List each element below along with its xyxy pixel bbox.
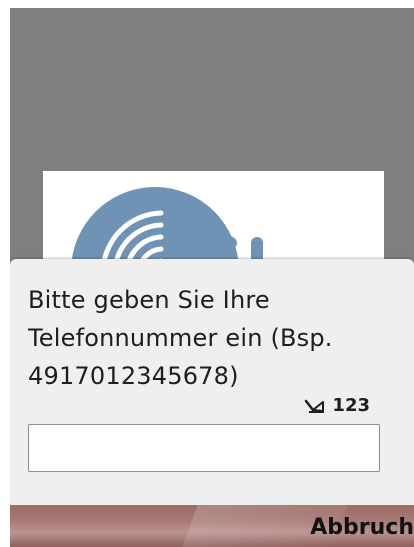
phone-screen: Bitte geben Sie Ihre Telefonnummer ein (…	[10, 8, 414, 547]
pen-icon	[305, 399, 325, 413]
phone-number-input[interactable]	[28, 424, 380, 472]
dialog-prompt: Bitte geben Sie Ihre Telefonnummer ein (…	[28, 286, 333, 390]
phone-number-dialog: Bitte geben Sie Ihre Telefonnummer ein (…	[10, 259, 414, 505]
cancel-softkey[interactable]: Abbruch	[310, 515, 414, 540]
input-mode-indicator: 123	[304, 395, 370, 416]
input-mode-label: 123	[332, 395, 370, 416]
softkey-bar: Abbruch	[10, 505, 414, 547]
